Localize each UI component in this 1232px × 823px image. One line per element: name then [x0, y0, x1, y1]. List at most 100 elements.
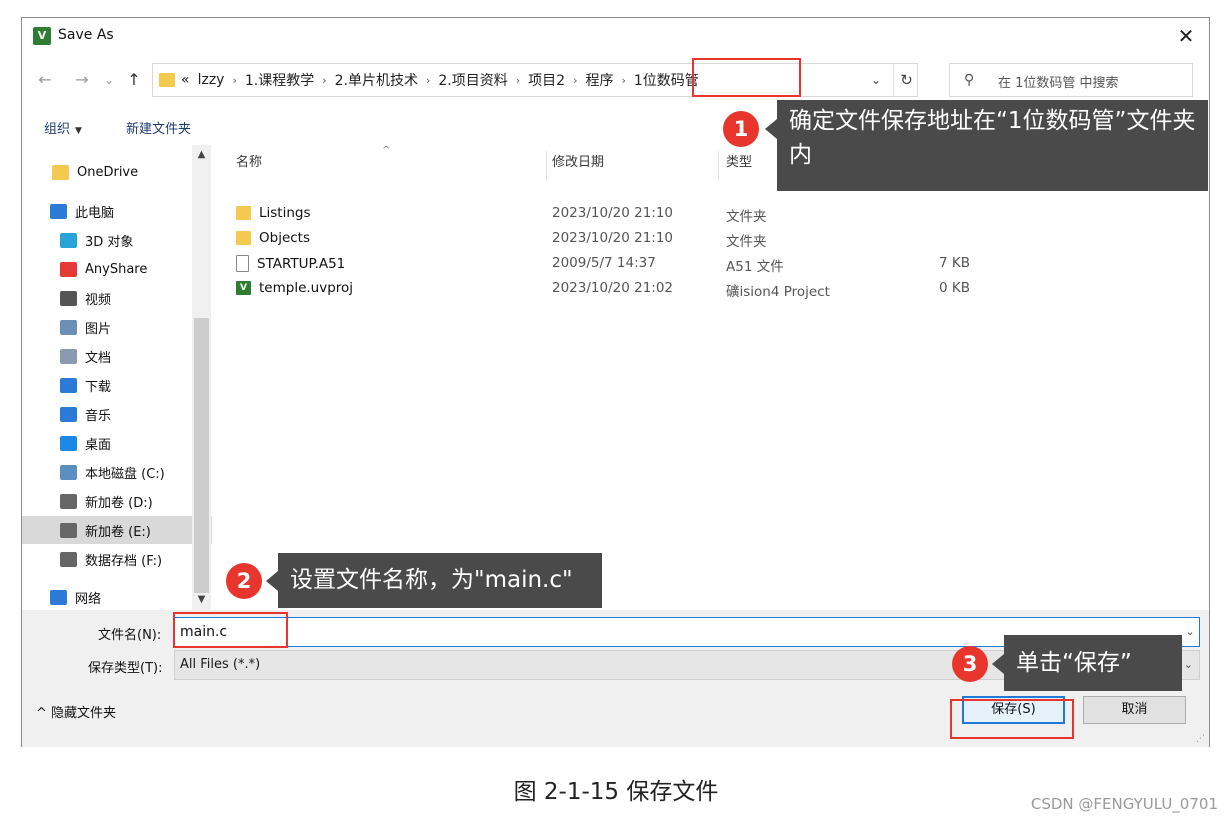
breadcrumb-separator-icon[interactable]: › [621, 74, 625, 87]
column-header-date[interactable]: 修改日期 [552, 145, 604, 181]
breadcrumb-item[interactable]: 项目2 [528, 70, 565, 90]
desktop-icon [60, 435, 77, 451]
column-divider[interactable] [546, 151, 547, 181]
column-header-type[interactable]: 类型 [726, 145, 752, 181]
breadcrumb-item[interactable]: 2.项目资料 [438, 70, 507, 90]
filename-label: 文件名(N): [98, 628, 162, 643]
scroll-down-icon[interactable]: ▼ [192, 594, 211, 608]
breadcrumb-item[interactable]: 程序 [585, 70, 613, 90]
computer-icon [50, 203, 67, 219]
file-row[interactable]: Vtemple.uvproj 2023/10/20 21:02 礦ision4 Pr… [236, 277, 1166, 302]
callout-pointer [266, 571, 278, 591]
file-name-cell: Listings [236, 205, 311, 221]
file-name: Objects [259, 230, 311, 246]
forward-arrow-icon[interactable]: → [71, 68, 93, 92]
new-folder-button[interactable]: 新建文件夹 [126, 118, 191, 137]
sidebar-item[interactable]: 文档 [22, 342, 212, 370]
filename-dropdown-chevron-icon[interactable]: ⌄ [1180, 617, 1200, 647]
highlight-save-box [950, 699, 1074, 739]
breadcrumb-item[interactable]: 1.课程教学 [245, 70, 314, 90]
breadcrumb: « lzzy › 1.课程教学 › 2.单片机技术 › 2.项目资料 › 项目2… [181, 64, 707, 96]
breadcrumb-separator-icon[interactable]: › [516, 74, 520, 87]
sidebar-item[interactable]: 新加卷 (E:) [22, 516, 212, 544]
sidebar-item[interactable]: 此电脑 [22, 197, 212, 225]
sidebar-item-label: 网络 [75, 591, 102, 607]
folder-icon [52, 164, 69, 180]
cancel-button[interactable]: 取消 [1083, 696, 1186, 724]
scroll-up-icon[interactable]: ▲ [192, 149, 211, 163]
step-badge-2: 2 [226, 563, 262, 599]
file-name: Listings [259, 205, 311, 221]
search-input[interactable]: ⚲ 在 1位数码管 中搜索 [949, 63, 1193, 97]
sidebar-item-label: 3D 对象 [85, 234, 134, 250]
breadcrumb-item[interactable]: 2.单片机技术 [335, 70, 418, 90]
sidebar-item[interactable]: 数据存档 (F:) [22, 545, 212, 573]
picture-icon [60, 319, 77, 335]
uvision-app-icon: V [33, 27, 51, 45]
filetype-value: All Files (*.*) [180, 657, 261, 672]
breadcrumb-separator-icon[interactable]: › [426, 74, 430, 87]
video-icon [60, 290, 77, 306]
file-name-cell: Vtemple.uvproj [236, 280, 353, 296]
sidebar-item[interactable]: 下载 [22, 371, 212, 399]
column-header-name[interactable]: 名称 [236, 145, 262, 181]
breadcrumb-item[interactable]: lzzy [198, 72, 225, 88]
sidebar-item-label: OneDrive [77, 164, 139, 180]
back-arrow-icon[interactable]: ← [34, 68, 56, 92]
sidebar-item[interactable]: 本地磁盘 (C:) [22, 458, 212, 486]
file-date: 2023/10/20 21:10 [552, 205, 674, 221]
highlight-filename-box [173, 612, 288, 648]
sidebar-item[interactable]: OneDrive [22, 158, 212, 186]
sidebar-item[interactable]: 3D 对象 [22, 226, 212, 254]
sidebar-item[interactable]: 音乐 [22, 400, 212, 428]
breadcrumb-separator-icon[interactable]: › [322, 74, 326, 87]
sidebar-item-label: 新加卷 (E:) [85, 524, 151, 540]
sidebar-item[interactable]: 视频 [22, 284, 212, 312]
close-icon[interactable]: ✕ [1171, 22, 1201, 50]
breadcrumb-separator-icon[interactable]: › [573, 74, 577, 87]
title-bar: V Save As ✕ [22, 18, 1209, 54]
sidebar-item[interactable]: 网络 [22, 583, 212, 610]
sidebar-item[interactable]: AnyShare [22, 255, 212, 283]
callout-pointer [765, 119, 777, 139]
breadcrumb-separator-icon[interactable]: › [232, 74, 236, 87]
file-row[interactable]: Objects 2023/10/20 21:10 文件夹 [236, 227, 1166, 252]
address-dropdown-chevron-icon[interactable]: ⌄ [865, 64, 887, 96]
column-divider[interactable] [718, 151, 719, 181]
callout-pointer [992, 654, 1004, 674]
watermark: CSDN @FENGYULU_0701 [1030, 795, 1218, 813]
file-name: STARTUP.A51 [257, 255, 346, 272]
breadcrumb-overflow[interactable]: « [181, 72, 190, 88]
callout-1: 确定文件保存地址在“1位数码管”文件夹内 [777, 100, 1208, 191]
sidebar-item-label: 新加卷 (D:) [85, 495, 153, 511]
window-title: Save As [58, 27, 114, 43]
filetype-dropdown-chevron-icon[interactable]: ⌄ [1184, 651, 1193, 679]
anyshare-icon [60, 261, 77, 277]
file-row[interactable]: Listings 2023/10/20 21:10 文件夹 [236, 202, 1166, 227]
callout-2: 设置文件名称，为"main.c" [278, 553, 602, 608]
sidebar-item-label: 桌面 [85, 437, 112, 453]
file-name-cell: STARTUP.A51 [236, 255, 345, 272]
file-date: 2023/10/20 21:10 [552, 230, 674, 246]
sidebar-item[interactable]: 桌面 [22, 429, 212, 457]
sidebar-scrollbar[interactable]: ▲ ▼ [192, 145, 211, 610]
breadcrumb-current[interactable]: 1位数码管 [634, 70, 699, 90]
recent-locations-chevron-icon[interactable]: ⌄ [98, 68, 120, 92]
up-arrow-icon[interactable]: ↑ [123, 68, 145, 92]
address-bar[interactable]: « lzzy › 1.课程教学 › 2.单片机技术 › 2.项目资料 › 项目2… [152, 63, 918, 97]
sidebar-item-label: 本地磁盘 (C:) [85, 466, 165, 482]
sidebar-item[interactable]: 新加卷 (D:) [22, 487, 212, 515]
sidebar-item-label: 数据存档 (F:) [85, 553, 163, 569]
hide-folders-toggle[interactable]: ^ 隐藏文件夹 [36, 702, 116, 721]
file-date: 2023/10/20 21:02 [552, 280, 674, 296]
organize-button[interactable]: 组织 ▼ [44, 118, 82, 137]
resize-grip-icon[interactable]: ⋰ [1196, 734, 1205, 744]
file-row[interactable]: STARTUP.A51 2009/5/7 14:37 A51 文件 7 KB [236, 252, 1166, 277]
scroll-thumb[interactable] [194, 318, 209, 593]
sidebar-item-label: 此电脑 [75, 205, 115, 221]
refresh-icon[interactable]: ↻ [893, 64, 919, 96]
search-placeholder: 在 1位数码管 中搜索 [998, 76, 1119, 91]
file-name: temple.uvproj [259, 280, 354, 296]
sidebar-item[interactable]: 图片 [22, 313, 212, 341]
folder-icon [159, 73, 175, 87]
